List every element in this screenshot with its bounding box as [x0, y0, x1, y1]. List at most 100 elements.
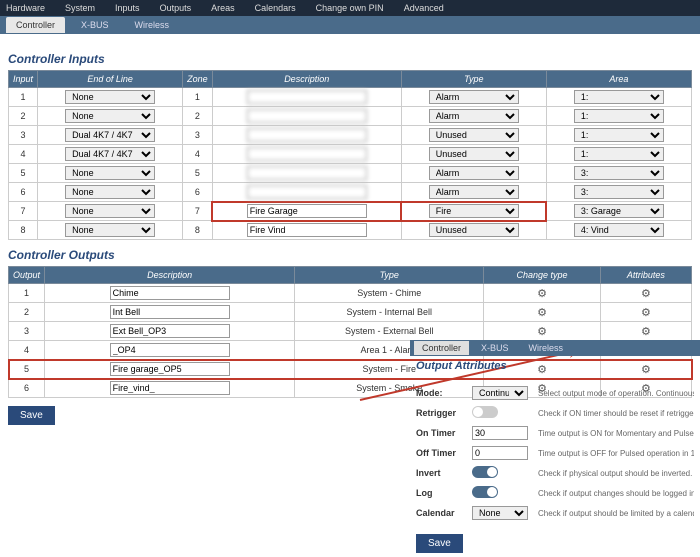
output-num: 6 — [9, 379, 45, 398]
area-select[interactable]: 3: Garage — [574, 204, 664, 218]
attr-label: Mode: — [416, 388, 466, 398]
input-num: 2 — [9, 107, 38, 126]
eol-select[interactable]: None — [65, 185, 155, 199]
attr-row: On TimerTime output is ON for Momentary … — [416, 426, 694, 440]
desc-input[interactable] — [247, 147, 367, 161]
topnav-item[interactable]: System — [65, 3, 95, 13]
type-select[interactable]: Alarm — [429, 109, 519, 123]
out-desc-input[interactable] — [110, 324, 230, 338]
panel-tab[interactable]: X-BUS — [473, 341, 517, 355]
attr-select[interactable]: None — [472, 506, 528, 520]
zone-num: 8 — [183, 221, 213, 240]
zone-num: 7 — [183, 202, 213, 221]
col-header: Change type — [484, 267, 600, 284]
area-select[interactable]: 4: Vind — [574, 223, 664, 237]
attr-label: Log — [416, 488, 466, 498]
save-button[interactable]: Save — [8, 406, 55, 425]
output-num: 4 — [9, 341, 45, 360]
desc-input[interactable] — [247, 185, 367, 199]
area-select[interactable]: 1: — [574, 147, 664, 161]
eol-select[interactable]: None — [65, 109, 155, 123]
gear-icon[interactable]: ⚙ — [641, 288, 651, 300]
subnav-tab[interactable]: Controller — [6, 17, 65, 33]
eol-select[interactable]: None — [65, 166, 155, 180]
type-select[interactable]: Unused — [429, 128, 519, 142]
toggle-icon[interactable] — [472, 466, 498, 478]
attr-row: Off TimerTime output is OFF for Pulsed o… — [416, 446, 694, 460]
type-select[interactable]: Unused — [429, 223, 519, 237]
gear-icon[interactable]: ⚙ — [537, 307, 547, 319]
input-num: 6 — [9, 183, 38, 202]
desc-input[interactable] — [247, 90, 367, 104]
panel-tab[interactable]: Controller — [414, 341, 469, 355]
output-num: 1 — [9, 284, 45, 303]
input-num: 4 — [9, 145, 38, 164]
table-row: 5None5Alarm3: — [9, 164, 692, 183]
topnav-item[interactable]: Inputs — [115, 3, 140, 13]
panel-tab[interactable]: Wireless — [521, 341, 572, 355]
type-select[interactable]: Alarm — [429, 90, 519, 104]
type-select[interactable]: Fire — [429, 204, 519, 218]
subnav-tab[interactable]: Wireless — [125, 17, 180, 33]
desc-input[interactable] — [247, 128, 367, 142]
type-select[interactable]: Alarm — [429, 166, 519, 180]
desc-input[interactable] — [247, 223, 367, 237]
out-desc-input[interactable] — [110, 381, 230, 395]
area-select[interactable]: 1: — [574, 90, 664, 104]
col-header: Input — [9, 71, 38, 88]
area-select[interactable]: 1: — [574, 109, 664, 123]
attr-input[interactable] — [472, 426, 528, 440]
toggle-icon[interactable] — [472, 406, 498, 418]
toggle-icon[interactable] — [472, 486, 498, 498]
desc-input[interactable] — [247, 166, 367, 180]
eol-select[interactable]: None — [65, 90, 155, 104]
input-num: 3 — [9, 126, 38, 145]
panel-title: Output Attributes — [410, 356, 700, 376]
area-select[interactable]: 3: — [574, 166, 664, 180]
top-nav: Hardware System Inputs Outputs Areas Calendar… — [0, 0, 700, 16]
out-desc-input[interactable] — [110, 305, 230, 319]
desc-input[interactable] — [247, 109, 367, 123]
zone-num: 2 — [183, 107, 213, 126]
gear-icon[interactable]: ⚙ — [641, 326, 651, 338]
col-header: Type — [401, 71, 546, 88]
eol-select[interactable]: None — [65, 204, 155, 218]
out-desc-input[interactable] — [110, 362, 230, 376]
panel-save-button[interactable]: Save — [416, 534, 463, 553]
topnav-item[interactable]: Advanced — [404, 3, 444, 13]
gear-icon[interactable]: ⚙ — [537, 288, 547, 300]
topnav-item[interactable]: Areas — [211, 3, 235, 13]
type-select[interactable]: Unused — [429, 147, 519, 161]
topnav-item[interactable]: Outputs — [160, 3, 192, 13]
attr-label: Invert — [416, 468, 466, 478]
gear-icon[interactable]: ⚙ — [537, 326, 547, 338]
zone-num: 1 — [183, 88, 213, 107]
input-num: 5 — [9, 164, 38, 183]
eol-select[interactable]: None — [65, 223, 155, 237]
attr-select[interactable]: Continuous — [472, 386, 528, 400]
eol-select[interactable]: Dual 4K7 / 4K7 — [65, 147, 155, 161]
out-desc-input[interactable] — [110, 343, 230, 357]
subnav-tab[interactable]: X-BUS — [71, 17, 119, 33]
gear-icon[interactable]: ⚙ — [641, 307, 651, 319]
zone-num: 3 — [183, 126, 213, 145]
col-header: Attributes — [600, 267, 691, 284]
out-desc-input[interactable] — [110, 286, 230, 300]
area-select[interactable]: 3: — [574, 185, 664, 199]
out-type: System - External Bell — [295, 322, 484, 341]
attr-row: Mode:ContinuousSelect output mode of ope… — [416, 386, 694, 400]
eol-select[interactable]: Dual 4K7 / 4K7 — [65, 128, 155, 142]
topnav-item[interactable]: Change own PIN — [316, 3, 384, 13]
attr-desc: Check if output should be limited by a c… — [538, 509, 694, 518]
col-header: Type — [295, 267, 484, 284]
topnav-item[interactable]: Calendars — [255, 3, 296, 13]
inputs-title: Controller Inputs — [8, 52, 692, 66]
output-num: 3 — [9, 322, 45, 341]
topnav-item[interactable]: Hardware — [6, 3, 45, 13]
area-select[interactable]: 1: — [574, 128, 664, 142]
input-num: 7 — [9, 202, 38, 221]
attr-row: CalendarNoneCheck if output should be li… — [416, 506, 694, 520]
type-select[interactable]: Alarm — [429, 185, 519, 199]
desc-input[interactable] — [247, 204, 367, 218]
attr-input[interactable] — [472, 446, 528, 460]
